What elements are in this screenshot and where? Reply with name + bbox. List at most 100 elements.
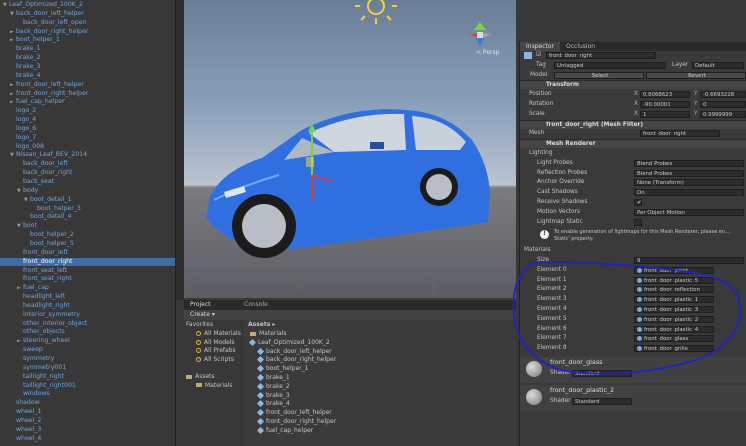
hierarchy-item[interactable]: boot_helper_2 bbox=[0, 231, 175, 240]
hierarchy-item[interactable]: ► boot_helper_1 bbox=[0, 36, 175, 45]
hierarchy-item[interactable]: headlight_left bbox=[0, 293, 175, 302]
hierarchy-item[interactable]: front_door_right bbox=[0, 257, 175, 267]
hierarchy-item[interactable]: ▼ boot_detail_1 bbox=[0, 196, 175, 205]
hierarchy-item[interactable]: wheel_4 bbox=[0, 435, 175, 444]
hierarchy-item[interactable]: ▼ Nissan_Leaf_BEV_2014 bbox=[0, 151, 175, 160]
tab-occlusion[interactable]: Occlusion bbox=[560, 42, 601, 51]
hierarchy-item[interactable]: brake_4 bbox=[0, 72, 175, 81]
hierarchy-item[interactable]: front_seat_left bbox=[0, 267, 175, 276]
hierarchy-item[interactable]: brake_3 bbox=[0, 63, 175, 72]
hierarchy-item[interactable]: other_objects bbox=[0, 328, 175, 337]
asset-item[interactable]: back_door_right_helper bbox=[256, 356, 336, 365]
hierarchy-item[interactable]: symmetry bbox=[0, 355, 175, 364]
favorite-item[interactable]: All Models bbox=[196, 339, 235, 348]
revert-button[interactable]: Revert bbox=[646, 71, 746, 79]
hierarchy-item[interactable]: logo_2 bbox=[0, 107, 175, 116]
position-x-field[interactable]: 0.8068623 bbox=[640, 91, 690, 99]
favorite-item[interactable]: All Materials bbox=[196, 330, 241, 339]
rotation-x-field[interactable]: -90.00001 bbox=[640, 101, 690, 108]
persp-label[interactable]: < Persp bbox=[476, 49, 500, 56]
hierarchy-item[interactable]: shadow bbox=[0, 399, 175, 408]
asset-item[interactable]: fuel_cap_helper bbox=[256, 426, 313, 436]
hierarchy-scrollbar[interactable] bbox=[176, 0, 184, 300]
hierarchy-item[interactable]: ▼ body bbox=[0, 187, 175, 196]
hierarchy-item[interactable]: back_door_left bbox=[0, 160, 175, 169]
asset-item[interactable]: brake_4 bbox=[256, 400, 290, 409]
hierarchy-item[interactable]: ▼ Leaf_Optimized_100K_2 bbox=[0, 1, 175, 10]
hierarchy-item[interactable]: ▼ boot bbox=[0, 222, 175, 231]
hierarchy-item[interactable]: interior_symmetry bbox=[0, 311, 175, 320]
asset-item[interactable]: front_door_left_helper bbox=[256, 409, 332, 418]
hierarchy-item[interactable]: ► back_door_right_helper bbox=[0, 28, 175, 37]
scale-y-field[interactable]: 0.9999999 bbox=[700, 110, 746, 118]
hierarchy-item[interactable]: wheel_1 bbox=[0, 408, 175, 417]
favorite-item[interactable]: All Scripts bbox=[196, 356, 234, 365]
asset-item[interactable]: Materials bbox=[250, 330, 287, 339]
hierarchy-item[interactable]: symmetry001 bbox=[0, 364, 175, 373]
hierarchy-item[interactable]: brake_2 bbox=[0, 54, 175, 63]
setting-field[interactable]: Blend Probes bbox=[634, 159, 744, 167]
hierarchy-item[interactable]: boot_helper_5 bbox=[0, 240, 175, 249]
lighting-foldout[interactable]: Lighting bbox=[520, 149, 746, 158]
hierarchy-item[interactable]: boot_detail_4 bbox=[0, 213, 175, 222]
asset-item[interactable]: brake_3 bbox=[256, 391, 290, 401]
position-y-field[interactable]: -0.6693228 bbox=[700, 91, 746, 99]
hierarchy-item[interactable]: ► fuel_cap bbox=[0, 284, 175, 293]
hierarchy-item[interactable]: brake_1 bbox=[0, 45, 175, 54]
hierarchy-item[interactable]: headlight_right bbox=[0, 302, 175, 311]
mesh-filter-header[interactable]: front_door_right (Mesh Filter) bbox=[520, 119, 746, 129]
hierarchy-item[interactable]: sweep bbox=[0, 346, 175, 355]
hierarchy-item[interactable]: ► front_door_left_helper bbox=[0, 81, 175, 90]
hierarchy-item[interactable]: ► steering_wheel bbox=[0, 337, 175, 346]
mesh-field[interactable]: front_door_right bbox=[640, 130, 720, 138]
hierarchy-item[interactable]: front_door_left bbox=[0, 249, 175, 258]
create-dropdown[interactable]: Create ▾ bbox=[190, 311, 215, 319]
hierarchy-item[interactable]: other_interior_object bbox=[0, 320, 175, 329]
hierarchy-item[interactable]: wheel_2 bbox=[0, 417, 175, 426]
transform-header[interactable]: Transform bbox=[520, 80, 746, 90]
hierarchy-item[interactable]: back_seat bbox=[0, 178, 175, 187]
hierarchy-item[interactable]: logo_7 bbox=[0, 134, 175, 143]
hierarchy-item[interactable]: front_seat_right bbox=[0, 275, 175, 284]
setting-field[interactable]: None (Transform) bbox=[634, 179, 744, 187]
tab-project[interactable]: Project bbox=[190, 301, 211, 309]
hierarchy-item[interactable]: windows bbox=[0, 390, 175, 399]
tab-console[interactable]: Console bbox=[244, 301, 268, 309]
asset-item[interactable]: front_door_right_helper bbox=[256, 417, 336, 427]
asset-item[interactable]: brake_2 bbox=[256, 382, 290, 392]
lightmap-static-checkbox[interactable] bbox=[634, 218, 642, 226]
hierarchy-item[interactable]: back_door_right bbox=[0, 169, 175, 178]
sun-light-icon[interactable] bbox=[355, 0, 397, 24]
hierarchy-item[interactable]: taillight_right bbox=[0, 373, 175, 382]
hierarchy-item[interactable]: ▼ back_door_left_helper bbox=[0, 10, 175, 19]
setting-field[interactable]: ✔ bbox=[634, 199, 642, 206]
setting-field[interactable]: Blend Probes bbox=[634, 169, 744, 177]
materials-foldout[interactable]: Materials bbox=[520, 246, 746, 255]
tag-dropdown[interactable]: Untagged bbox=[554, 61, 666, 69]
setting-field[interactable]: On bbox=[634, 189, 744, 197]
hierarchy-item[interactable]: logo_4 bbox=[0, 116, 175, 125]
asset-item[interactable]: back_door_left_helper bbox=[256, 347, 332, 357]
favorites-header[interactable]: Favorites bbox=[186, 321, 213, 330]
material-block[interactable]: front_door_plastic_2 Shader Standard bbox=[520, 385, 746, 411]
scale-x-field[interactable]: 1 bbox=[640, 110, 690, 118]
mesh-renderer-header[interactable]: Mesh Renderer bbox=[520, 139, 746, 149]
assets-tree-item[interactable]: Materials bbox=[196, 382, 233, 391]
select-button[interactable]: Select bbox=[554, 71, 644, 79]
tab-inspector[interactable]: Inspector bbox=[520, 42, 560, 51]
shader-dropdown[interactable]: Standard bbox=[572, 398, 632, 405]
setting-field[interactable]: Per Object Motion bbox=[634, 208, 744, 216]
hierarchy-item[interactable]: wheel_3 bbox=[0, 426, 175, 435]
layer-dropdown[interactable]: Default bbox=[692, 61, 744, 69]
assets-tree-header[interactable]: Assets bbox=[186, 373, 215, 382]
asset-item[interactable]: boot_helper_1 bbox=[256, 365, 308, 374]
hierarchy-item[interactable]: boot_helper_3 bbox=[0, 205, 175, 214]
assets-breadcrumb[interactable]: Assets ▸ bbox=[248, 321, 275, 330]
hierarchy-item[interactable]: taillight_right001 bbox=[0, 382, 175, 391]
hierarchy-item[interactable]: logo_008 bbox=[0, 143, 175, 152]
asset-item[interactable]: Leaf_Optimized_100K_2 bbox=[248, 338, 330, 348]
hierarchy-item[interactable]: ► front_door_right_helper bbox=[0, 90, 175, 99]
hierarchy-item[interactable]: logo_6 bbox=[0, 125, 175, 134]
hierarchy-item[interactable]: back_door_left_open bbox=[0, 19, 175, 28]
rotation-y-field[interactable]: 0 bbox=[700, 101, 746, 108]
